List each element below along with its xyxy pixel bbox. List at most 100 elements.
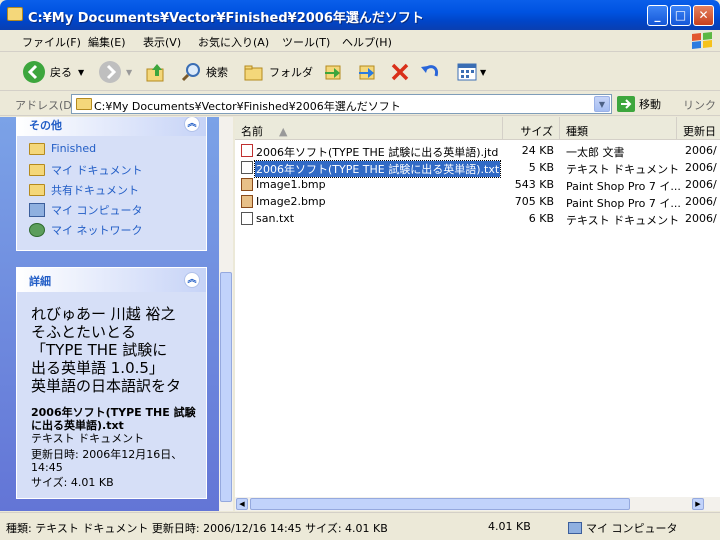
- task-pane-scrollbar[interactable]: [219, 117, 233, 511]
- place-my-network[interactable]: マイ ネットワーク: [29, 222, 143, 238]
- status-location-label: マイ コンピュータ: [586, 522, 678, 535]
- file-size: 24 KB: [521, 144, 554, 157]
- go-label: 移動: [639, 98, 661, 111]
- file-row[interactable]: san.txt 6 KB テキスト ドキュメント 2006/: [235, 210, 720, 227]
- place-my-computer[interactable]: マイ コンピュータ: [29, 202, 143, 218]
- place-my-documents[interactable]: マイ ドキュメント: [29, 162, 143, 178]
- menu-view[interactable]: 表示(V): [143, 34, 181, 50]
- details-title: 詳細: [29, 275, 51, 288]
- back-dropdown-icon[interactable]: ▼: [78, 68, 84, 77]
- column-type[interactable]: 種類: [560, 117, 677, 140]
- scroll-right-icon[interactable]: ▶: [692, 498, 704, 510]
- collapse-icon[interactable]: ︽: [184, 272, 200, 288]
- windows-logo-icon: [692, 32, 712, 49]
- maximize-button[interactable]: □: [670, 5, 691, 26]
- minimize-button[interactable]: _: [647, 5, 668, 26]
- column-date[interactable]: 更新日: [677, 117, 720, 140]
- file-list: 名前 ▲ サイズ 種類 更新日 2006年ソフト(TYPE THE 試験に出る英単…: [235, 117, 720, 497]
- file-row[interactable]: 2006年ソフト(TYPE THE 試験に出る英単語).jtd 24 KB 一太…: [235, 142, 720, 159]
- file-date: 2006/: [685, 212, 717, 225]
- collapse-icon[interactable]: ︽: [184, 117, 200, 132]
- text-file-icon: [241, 212, 253, 225]
- up-folder-button[interactable]: [145, 59, 167, 85]
- menu-file[interactable]: ファイル(F): [22, 34, 81, 50]
- status-bar: 種類: テキスト ドキュメント 更新日時: 2006/12/16 14:45 サ…: [0, 512, 720, 540]
- place-label: マイ ネットワーク: [51, 224, 143, 237]
- column-name[interactable]: 名前 ▲: [235, 117, 503, 140]
- menu-help[interactable]: ヘルプ(H): [342, 34, 392, 50]
- search-button[interactable]: 検索: [180, 59, 228, 85]
- views-button[interactable]: ▼: [456, 59, 486, 85]
- computer-icon: [568, 522, 582, 534]
- file-type: Paint Shop Pro 7 イ...: [566, 180, 681, 193]
- jtd-file-icon: [241, 144, 253, 157]
- file-name: Image1.bmp: [256, 178, 326, 191]
- place-label: Finished: [51, 142, 97, 155]
- views-dropdown-icon[interactable]: ▼: [480, 68, 486, 77]
- file-row[interactable]: Image1.bmp 543 KB Paint Shop Pro 7 イ... …: [235, 176, 720, 193]
- column-size-label: サイズ: [520, 125, 553, 138]
- scroll-left-icon[interactable]: ◀: [236, 498, 248, 510]
- address-dropdown-button[interactable]: ▼: [594, 96, 610, 112]
- file-date: 2006/: [685, 144, 717, 157]
- menu-favorites[interactable]: お気に入り(A): [198, 34, 269, 50]
- delete-button[interactable]: [389, 59, 411, 85]
- file-type: Paint Shop Pro 7 イ...: [566, 197, 681, 210]
- undo-icon: [421, 65, 439, 77]
- my-documents-icon: [29, 164, 45, 176]
- file-row[interactable]: Image2.bmp 705 KB Paint Shop Pro 7 イ... …: [235, 193, 720, 210]
- place-label: マイ コンピュータ: [51, 204, 143, 217]
- details-file-name: 2006年ソフト(TYPE THE 試験に出る英単語).txt: [31, 406, 196, 432]
- window-title: C:¥My Documents¥Vector¥Finished¥2006年選んだ…: [28, 11, 424, 26]
- back-button[interactable]: 戻る ▼: [22, 59, 84, 85]
- go-button[interactable]: 移動: [617, 95, 661, 113]
- folders-button[interactable]: フォルダ: [243, 59, 313, 85]
- status-size: 4.01 KB: [488, 520, 531, 533]
- menu-tools[interactable]: ツール(T): [282, 34, 330, 50]
- menu-edit[interactable]: 編集(E): [88, 34, 126, 50]
- details-size: サイズ: 4.01 KB: [31, 476, 114, 489]
- copy-to-button[interactable]: [356, 59, 378, 85]
- place-label: マイ ドキュメント: [51, 164, 143, 177]
- menu-bar: ファイル(F) 編集(E) 表示(V) お気に入り(A) ツール(T) ヘルプ(…: [0, 30, 720, 52]
- details-file-type: テキスト ドキュメント: [31, 432, 145, 445]
- place-finished[interactable]: Finished: [29, 142, 96, 155]
- forward-button[interactable]: ▼: [98, 59, 132, 85]
- address-input[interactable]: C:¥My Documents¥Vector¥Finished¥2006年選んだ…: [71, 94, 612, 114]
- folders-label: フォルダ: [269, 66, 313, 79]
- file-type: テキスト ドキュメント: [566, 214, 680, 227]
- file-size: 6 KB: [528, 212, 554, 225]
- folder-icon: [7, 7, 23, 21]
- file-date: 2006/: [685, 178, 717, 191]
- place-shared-documents[interactable]: 共有ドキュメント: [29, 182, 139, 198]
- file-name: Image2.bmp: [256, 195, 326, 208]
- file-name: 2006年ソフト(TYPE THE 試験に出る英単語).jtd: [256, 146, 499, 159]
- address-bar: アドレス(D) C:¥My Documents¥Vector¥Finished¥…: [0, 92, 720, 116]
- close-button[interactable]: ✕: [693, 5, 714, 26]
- back-label: 戻る: [50, 66, 72, 79]
- details-header[interactable]: 詳細 ︽: [17, 268, 206, 292]
- go-arrow-icon: [617, 96, 635, 112]
- undo-button[interactable]: [419, 59, 441, 85]
- column-name-label: 名前: [241, 125, 263, 138]
- move-to-button[interactable]: [322, 59, 344, 85]
- sort-arrow-icon: ▲: [279, 125, 288, 138]
- address-label: アドレス(D): [15, 99, 77, 112]
- other-places-header[interactable]: その他 ︽: [17, 117, 206, 136]
- search-icon: [181, 63, 200, 82]
- folder-icon: [29, 142, 45, 155]
- file-list-scrollbar[interactable]: ◀ ▶: [235, 497, 720, 511]
- scroll-thumb[interactable]: [220, 272, 232, 502]
- column-size[interactable]: サイズ: [503, 117, 560, 140]
- file-type: 一太郎 文書: [566, 146, 625, 159]
- file-size: 5 KB: [528, 161, 554, 174]
- address-value: C:¥My Documents¥Vector¥Finished¥2006年選んだ…: [94, 100, 401, 113]
- delete-icon: [391, 63, 409, 81]
- scroll-thumb[interactable]: [250, 498, 630, 510]
- forward-dropdown-icon[interactable]: ▼: [126, 68, 132, 77]
- chevron-down-icon: ▼: [598, 100, 606, 109]
- file-date: 2006/: [685, 161, 717, 174]
- file-row-selected[interactable]: 2006年ソフト(TYPE THE 試験に出る英単語).txt 5 KB テキス…: [235, 159, 720, 178]
- links-label[interactable]: リンク: [683, 97, 716, 113]
- toolbar: 戻る ▼ ▼ 検索 フォルダ ▼: [0, 53, 720, 91]
